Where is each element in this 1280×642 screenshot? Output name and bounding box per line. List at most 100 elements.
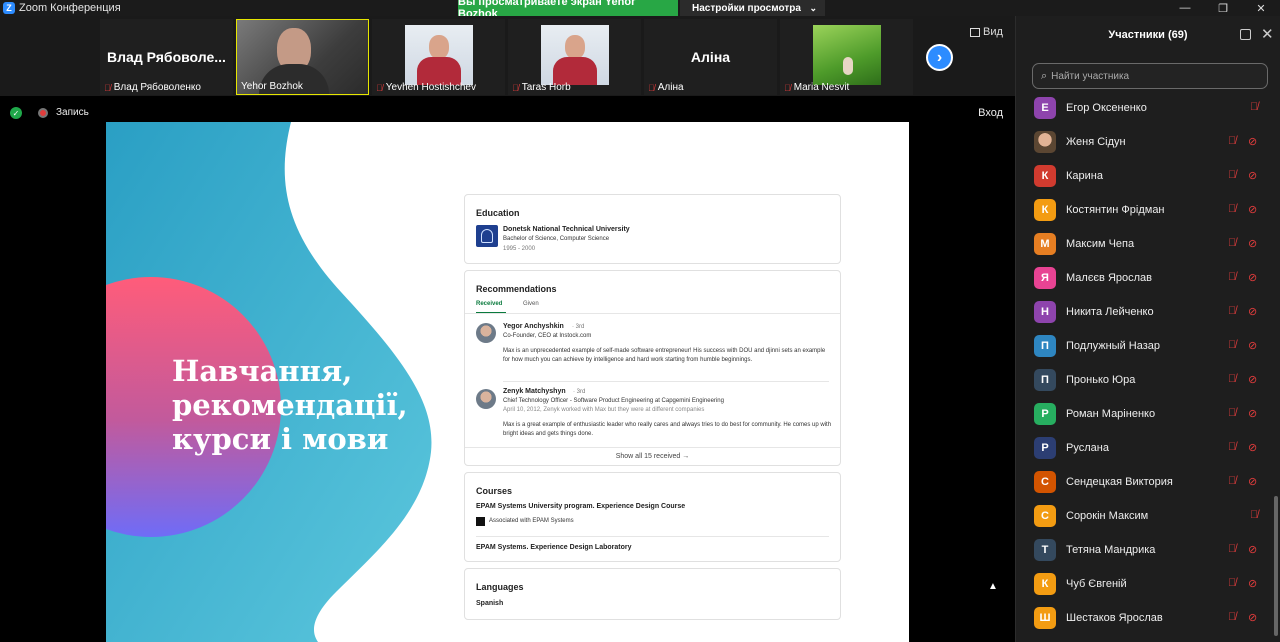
mic-muted-icon: 🎙̸ [1228, 407, 1237, 419]
camera-off-icon: ⊘ [1248, 170, 1258, 182]
languages-heading: Languages [476, 582, 524, 592]
tile-name: Yehor Bozhok [241, 81, 303, 92]
participant-row[interactable]: К Костянтин Фрідман 🎙̸ ⊘ [1016, 193, 1274, 227]
camera-off-icon: ⊘ [1248, 476, 1258, 488]
video-tile[interactable]: 🎙̸ Yevhen Hostishchev [372, 19, 505, 95]
tile-label: 🎙̸ Аліна [648, 82, 684, 93]
close-icon[interactable]: ✕ [1261, 25, 1274, 43]
tile-name: Maria Nesvit [793, 82, 850, 93]
popout-icon[interactable] [1240, 29, 1251, 40]
tile-name: Аліна [657, 82, 684, 93]
epam-logo-icon [476, 517, 485, 526]
tile-label: 🎙̸ Yevhen Hostishchev [376, 82, 476, 93]
mic-muted-icon: 🎙̸ [648, 82, 655, 93]
enter-button[interactable]: Вход [978, 107, 1003, 119]
university-name: Donetsk National Technical University [503, 226, 630, 233]
courses-heading: Courses [476, 486, 513, 496]
video-tile[interactable]: Аліна 🎙̸ Аліна [644, 19, 777, 95]
tile-big-name: Влад Рябоволе... [107, 49, 226, 65]
view-label: Вид [983, 26, 1003, 38]
minimize-button[interactable]: — [1166, 0, 1204, 16]
participant-name: Руслана [1066, 442, 1109, 454]
mic-muted-icon: 🎙̸ [1228, 237, 1237, 249]
mic-muted-icon: 🎙̸ [1228, 475, 1237, 487]
participant-row[interactable]: Р Роман Марiненко 🎙̸ ⊘ [1016, 397, 1274, 431]
title-bar: Z Zoom Конференция Вы просматриваете экр… [0, 0, 1280, 20]
mouse-cursor-icon: ▲ [988, 581, 998, 592]
recommendation-text: Max is a great example of enthusiastic l… [503, 422, 832, 437]
slide-title: Навчання, рекомендації, курси і мови [172, 354, 472, 456]
participant-name: Костянтин Фрідман [1066, 204, 1165, 216]
avatar [476, 323, 496, 343]
connection-degree: · 3rd [572, 324, 585, 330]
window-controls: — ❐ ✕ [1166, 0, 1280, 16]
grid-view-icon [970, 27, 980, 37]
participant-row[interactable]: П Подлужный Назар 🎙̸ ⊘ [1016, 329, 1274, 363]
mic-muted-icon: 🎙̸ [1228, 339, 1237, 351]
mic-muted-icon: 🎙̸ [1228, 169, 1237, 181]
camera-off-icon: ⊘ [1248, 612, 1258, 624]
tab-received: Received [476, 301, 503, 307]
education-heading: Education [476, 208, 520, 218]
participant-row[interactable]: С Сорокін Максим 🎙̸ [1016, 499, 1274, 533]
tab-given: Given [523, 301, 539, 307]
participant-row[interactable]: С Сендецкая Виктория 🎙̸ ⊘ [1016, 465, 1274, 499]
view-settings-button[interactable]: Настройки просмотра ⌄ [680, 0, 825, 16]
participant-row[interactable]: Я Малєєв Ярослав 🎙̸ ⊘ [1016, 261, 1274, 295]
tile-name: Taras Horb [521, 82, 571, 93]
participant-row[interactable]: К Чуб Євгеній 🎙̸ ⊘ [1016, 567, 1274, 601]
recommender-name: Zenyk Matchyshyn [503, 388, 566, 395]
security-shield-icon[interactable]: ✓ [10, 107, 22, 119]
years: 1995 - 2000 [503, 246, 536, 252]
camera-off-icon: ⊘ [1248, 374, 1258, 386]
camera-off-icon: ⊘ [1248, 238, 1258, 250]
participant-row[interactable]: Ш Шестаков Ярослав 🎙̸ ⊘ [1016, 601, 1274, 635]
avatar: К [1034, 573, 1056, 595]
avatar: Ш [1034, 607, 1056, 629]
recording-icon [38, 108, 48, 118]
avatar: С [1034, 471, 1056, 493]
avatar: Т [1034, 539, 1056, 561]
next-page-button[interactable]: › [926, 44, 953, 71]
participant-row[interactable]: Женя Сідун 🎙̸ ⊘ [1016, 125, 1274, 159]
participant-row[interactable]: Т Тетяна Мандрика 🎙̸ ⊘ [1016, 533, 1274, 567]
participant-row[interactable]: М Максим Чепа 🎙̸ ⊘ [1016, 227, 1274, 261]
video-tile[interactable]: Влад Рябоволе... 🎙̸ Влад Рябоволенко [100, 19, 233, 95]
close-window-button[interactable]: ✕ [1242, 0, 1280, 16]
view-button[interactable]: Вид [970, 26, 1003, 38]
participant-search[interactable]: ⌕ [1032, 63, 1268, 89]
participant-name: Чуб Євгеній [1066, 578, 1127, 590]
camera-off-icon: ⊘ [1248, 204, 1258, 216]
connection-degree: · 3rd [573, 389, 586, 395]
mic-muted-icon: 🎙̸ [1228, 577, 1237, 589]
recommender-role: Co-Founder, CEO at Instock.com [503, 333, 592, 339]
camera-off-icon: ⊘ [1248, 306, 1258, 318]
shared-screen-slide: Навчання, рекомендації, курси і мови Edu… [106, 122, 909, 642]
languages-card: Languages Spanish [464, 568, 841, 620]
mic-muted-icon: 🎙̸ [1228, 203, 1237, 215]
maximize-button[interactable]: ❐ [1204, 0, 1242, 16]
avatar: Р [1034, 437, 1056, 459]
participant-row[interactable]: Р Руслана 🎙̸ ⊘ [1016, 431, 1274, 465]
video-tile[interactable]: 🎙̸ Maria Nesvit [780, 19, 913, 95]
profile-photo [813, 25, 881, 85]
participant-name: Роман Марiненко [1066, 408, 1156, 420]
participant-list-scrollbar[interactable] [1274, 496, 1278, 636]
participant-row[interactable]: П Пронько Юра 🎙̸ ⊘ [1016, 363, 1274, 397]
slide-title-line: Навчання, [172, 354, 353, 388]
participant-row[interactable]: К Карина 🎙̸ ⊘ [1016, 159, 1274, 193]
status-row: ✓ Запись Вход [0, 103, 1015, 123]
participant-name: Никита Лейченко [1066, 306, 1154, 318]
camera-off-icon: ⊘ [1248, 408, 1258, 420]
participant-row[interactable]: Е Егор Оксененко 🎙̸ [1016, 91, 1274, 125]
participant-row[interactable]: Н Никита Лейченко 🎙̸ ⊘ [1016, 295, 1274, 329]
courses-card: Courses EPAM Systems University program.… [464, 472, 841, 562]
video-tile[interactable]: 🎙̸ Taras Horb [508, 19, 641, 95]
tile-label: Yehor Bozhok [241, 81, 303, 92]
video-tile-active-speaker[interactable]: Yehor Bozhok [236, 19, 369, 95]
participant-search-input[interactable] [1051, 70, 1242, 82]
recording-label: Запись [56, 107, 89, 118]
course-title: EPAM Systems. Experience Design Laborato… [476, 544, 632, 551]
tile-label: 🎙̸ Maria Nesvit [784, 82, 849, 93]
degree: Bachelor of Science, Computer Science [503, 236, 610, 242]
